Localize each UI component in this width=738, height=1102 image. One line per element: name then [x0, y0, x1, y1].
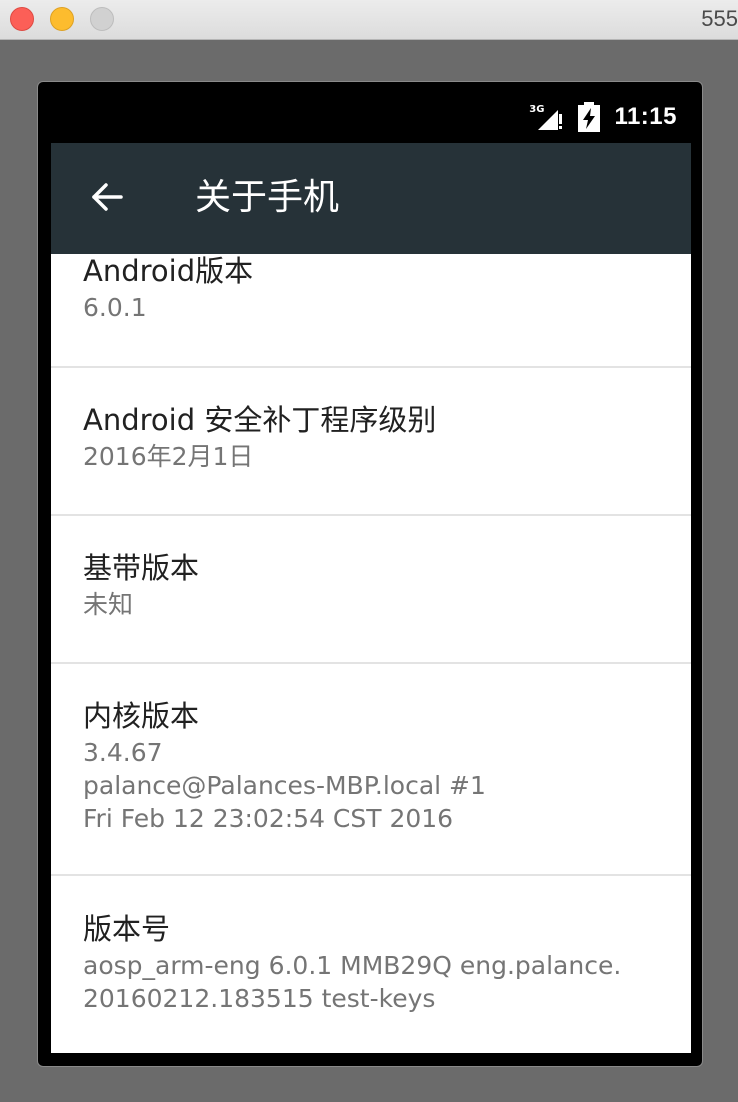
item-summary: aosp_arm-eng 6.0.1 MMB29Q eng.palance. 2…	[83, 951, 622, 1013]
window-titlebar: 555	[0, 0, 738, 40]
item-title: Android版本	[83, 254, 254, 288]
item-title: Android 安全补丁程序级别	[83, 403, 437, 437]
item-title: 内核版本	[83, 699, 200, 733]
status-icons: 3G 11:15	[529, 102, 677, 132]
about-phone-list[interactable]: Android版本 6.0.1 Android 安全补丁程序级别 2016年2月…	[51, 254, 691, 1053]
item-summary: 3.4.67 palance@Palances-MBP.local #1 Fri…	[83, 738, 486, 833]
item-title: 版本号	[83, 912, 171, 946]
cell-signal-icon	[536, 104, 563, 130]
window-minimize-button[interactable]	[50, 7, 74, 31]
app-toolbar: 关于手机	[51, 143, 691, 254]
status-bar: 3G 11:15	[51, 82, 691, 143]
list-item-android-version[interactable]: Android版本 6.0.1	[51, 254, 691, 368]
item-summary: 未知	[83, 590, 134, 619]
page-title: 关于手机	[195, 177, 340, 218]
back-button[interactable]	[83, 175, 131, 223]
window-close-button[interactable]	[10, 7, 34, 31]
item-summary: 6.0.1	[83, 293, 147, 322]
item-title: 基带版本	[83, 551, 200, 585]
emulator-screen: 3G 11:15 关于手机 Android版本 6.0.1 Android 安全…	[37, 81, 703, 1067]
window-zoom-button[interactable]	[90, 7, 114, 31]
list-item-kernel-version[interactable]: 内核版本 3.4.67 palance@Palances-MBP.local #…	[51, 664, 691, 876]
battery-charging-icon	[578, 102, 601, 132]
list-item-build-number[interactable]: 版本号 aosp_arm-eng 6.0.1 MMB29Q eng.palanc…	[51, 876, 691, 1053]
list-item-baseband-version[interactable]: 基带版本 未知	[51, 516, 691, 664]
list-item-security-patch[interactable]: Android 安全补丁程序级别 2016年2月1日	[51, 368, 691, 516]
window-title: 555	[701, 6, 738, 31]
arrow-left-icon	[89, 179, 125, 219]
item-summary: 2016年2月1日	[83, 442, 254, 471]
status-clock: 11:15	[614, 103, 677, 130]
